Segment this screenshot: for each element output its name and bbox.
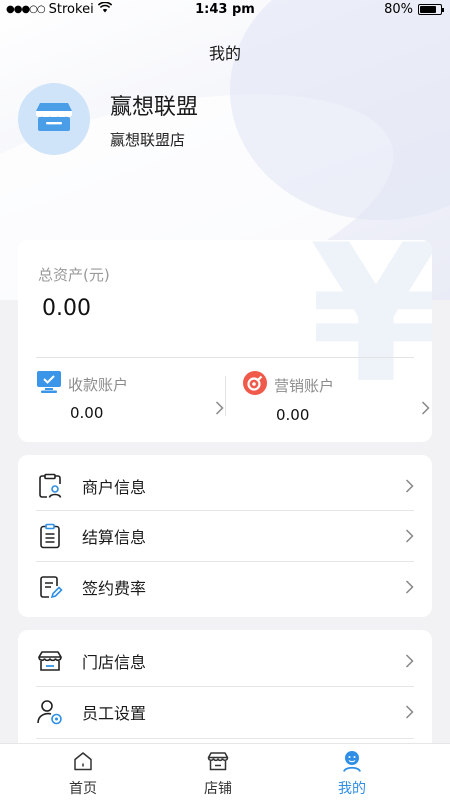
marketing-account-value: 0.00 bbox=[276, 406, 310, 424]
account-divider bbox=[225, 376, 226, 416]
user-icon bbox=[341, 750, 363, 774]
profile-name: 赢想联盟 bbox=[110, 94, 199, 120]
menu-item-store-info[interactable]: 门店信息 bbox=[36, 636, 432, 686]
menu-item-label: 门店信息 bbox=[82, 653, 147, 672]
menu-item-contract-rate[interactable]: 签约费率 bbox=[36, 562, 432, 612]
collection-account-label: 收款账户 bbox=[68, 375, 129, 394]
chevron-right-icon bbox=[405, 704, 414, 723]
shop-icon bbox=[207, 750, 229, 774]
chevron-right-icon bbox=[405, 528, 414, 547]
avatar[interactable] bbox=[18, 83, 90, 155]
chevron-right-icon bbox=[421, 400, 430, 419]
menu-item-label: 员工设置 bbox=[82, 704, 147, 723]
chevron-right-icon bbox=[405, 478, 414, 497]
tab-home[interactable]: 首页 bbox=[23, 750, 143, 798]
assets-card: ¥ 总资产(元) 0.00 收款账户 0.00 营销账户 0.00 bbox=[18, 240, 432, 442]
divider bbox=[36, 738, 414, 739]
tab-mine[interactable]: 我的 bbox=[292, 750, 412, 798]
tab-label: 店铺 bbox=[204, 781, 232, 797]
merchant-menu-card: 商户信息 结算信息 签约费率 bbox=[18, 455, 432, 617]
collection-account-value: 0.00 bbox=[70, 404, 104, 422]
contract-icon bbox=[36, 573, 64, 601]
status-bar: ●●●○○ Strokei 1:43 pm 80% bbox=[0, 0, 450, 20]
menu-item-staff-settings[interactable]: 员工设置 bbox=[36, 687, 432, 737]
divider bbox=[36, 357, 414, 358]
chevron-right-icon bbox=[215, 400, 224, 419]
page-title: 我的 bbox=[208, 44, 241, 63]
tab-label: 首页 bbox=[69, 781, 97, 797]
total-assets-value: 0.00 bbox=[42, 296, 91, 321]
menu-item-label: 商户信息 bbox=[82, 478, 147, 497]
monitor-check-icon bbox=[36, 370, 62, 398]
store-icon bbox=[36, 647, 64, 675]
chevron-right-icon bbox=[405, 579, 414, 598]
bottom-tab-bar: 首页 店铺 我的 bbox=[0, 743, 450, 800]
marketing-icon bbox=[242, 370, 268, 400]
menu-item-label: 签约费率 bbox=[82, 579, 147, 598]
profile-header[interactable]: 赢想联盟 赢想联盟店 bbox=[18, 83, 198, 155]
store-avatar-icon bbox=[34, 99, 74, 139]
menu-item-merchant-info[interactable]: 商户信息 bbox=[36, 461, 432, 511]
tab-label: 我的 bbox=[338, 781, 366, 797]
battery-percent: 80% bbox=[384, 2, 413, 17]
tab-shop[interactable]: 店铺 bbox=[158, 750, 278, 798]
menu-item-label: 结算信息 bbox=[82, 528, 147, 547]
profile-store-name: 赢想联盟店 bbox=[110, 130, 186, 149]
settlement-icon bbox=[36, 522, 64, 550]
home-icon bbox=[72, 750, 94, 774]
menu-item-settlement-info[interactable]: 结算信息 bbox=[36, 511, 432, 561]
merchant-info-icon bbox=[36, 472, 64, 500]
clock: 1:43 pm bbox=[195, 2, 255, 17]
marketing-account[interactable]: 营销账户 0.00 bbox=[242, 370, 432, 425]
marketing-account-label: 营销账户 bbox=[274, 376, 335, 395]
chevron-right-icon bbox=[405, 653, 414, 672]
total-assets-label: 总资产(元) bbox=[38, 266, 110, 284]
battery-icon bbox=[418, 4, 444, 15]
collection-account[interactable]: 收款账户 0.00 bbox=[36, 370, 226, 425]
staff-settings-icon bbox=[36, 698, 64, 726]
